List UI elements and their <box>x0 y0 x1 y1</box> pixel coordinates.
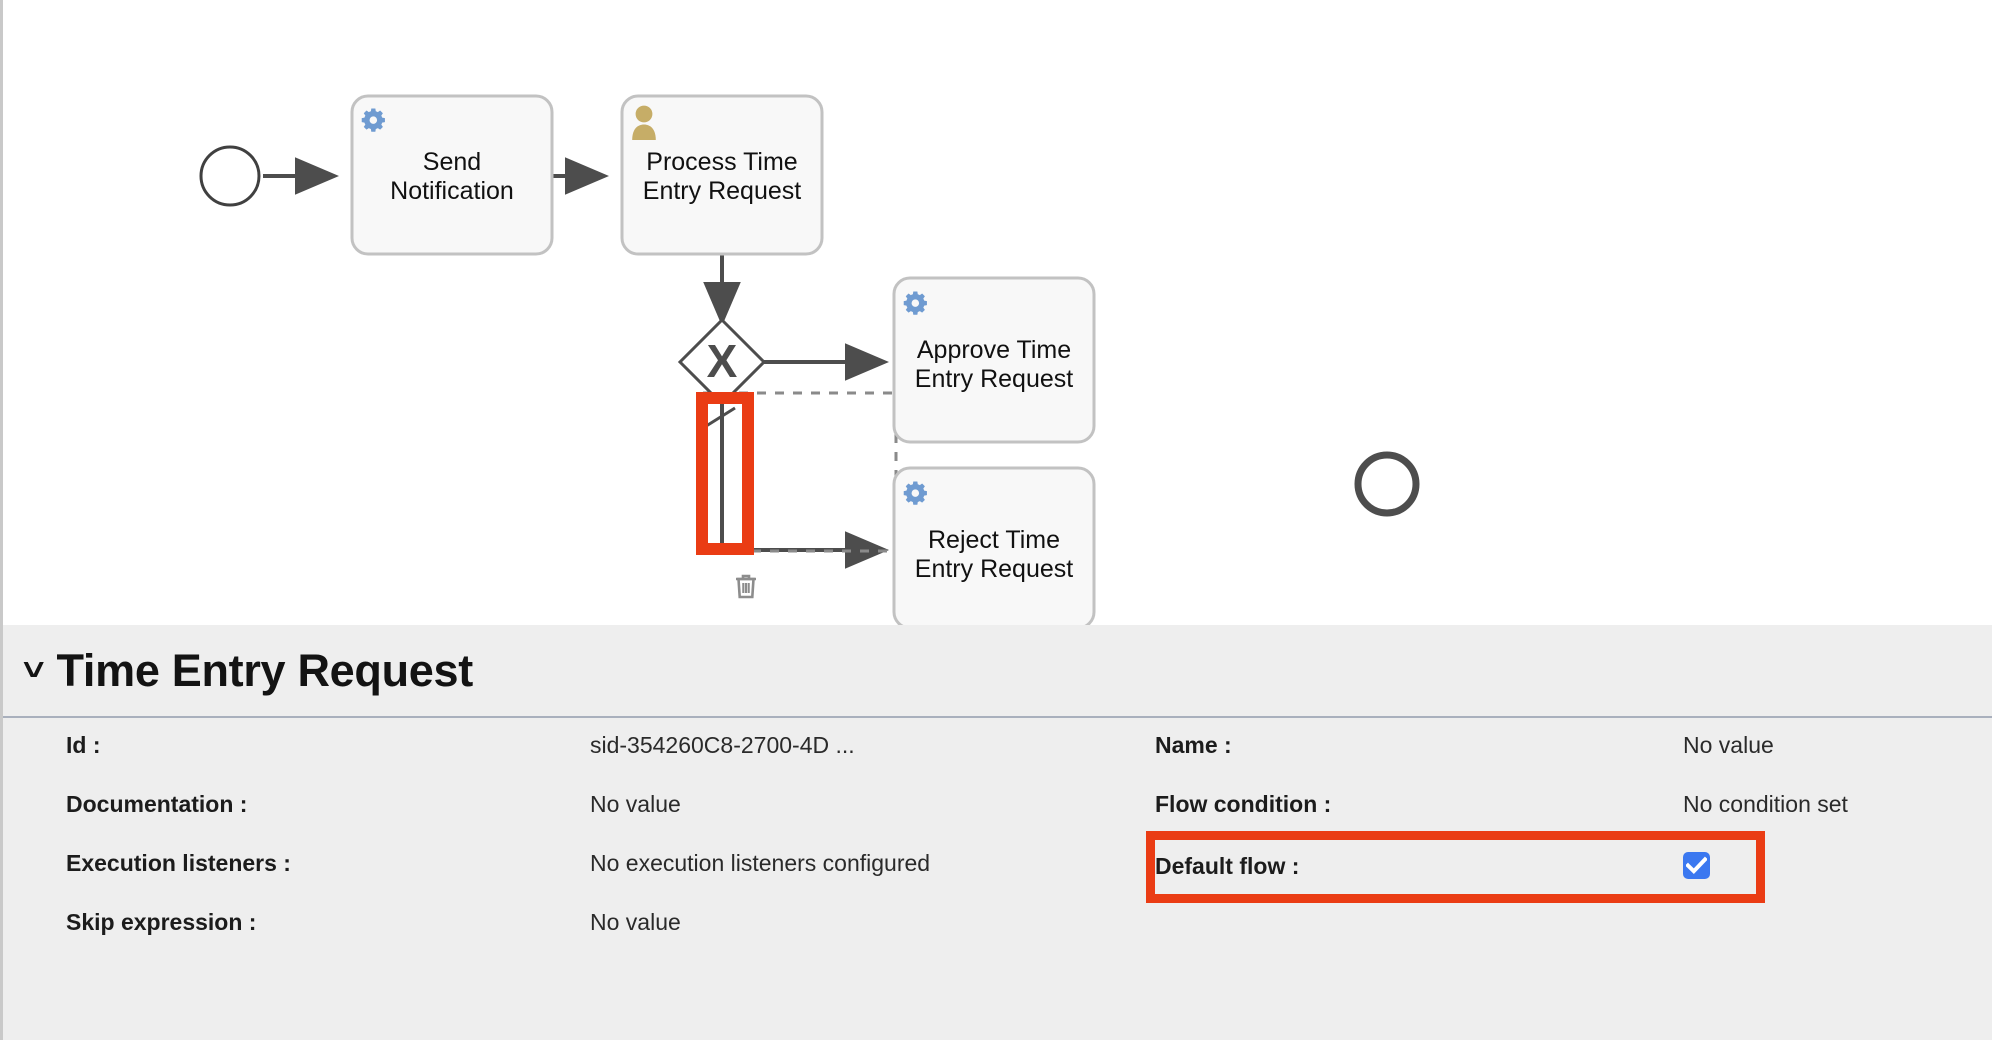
task-reject-time-entry-request: Reject Time Entry Request <box>892 466 1096 625</box>
bpmn-diagram-canvas[interactable]: Send Notification Process Time Entry Req… <box>3 0 1992 625</box>
task-label: Notification <box>390 177 514 205</box>
gateway-marker-x: X <box>707 335 738 387</box>
task-send-notification: Send Notification <box>350 94 554 256</box>
properties-header[interactable]: ˅ Time Entry Request <box>3 625 1992 718</box>
sequence-flow-gateway-to-reject-default <box>702 404 889 569</box>
task-approve-time-entry-request: Approve Time Entry Request <box>892 276 1096 444</box>
properties-body: Id : sid-354260C8-2700-4D ... Documentat… <box>3 718 1992 935</box>
properties-panel: ˅ Time Entry Request Id : sid-354260C8-2… <box>3 625 1992 1040</box>
task-label: Entry Request <box>915 555 1073 583</box>
task-label: Entry Request <box>915 365 1073 393</box>
id-label: Id : <box>66 732 101 758</box>
task-label: Reject Time <box>928 526 1060 554</box>
property-row-default-flow: Default flow : <box>1146 831 1765 903</box>
default-flow-label: Default flow : <box>1155 853 1300 879</box>
id-value[interactable]: sid-354260C8-2700-4D ... <box>590 732 855 759</box>
selection-outline <box>701 391 898 553</box>
task-label: Send <box>423 148 481 176</box>
documentation-label: Documentation : <box>66 791 248 817</box>
property-row-id: Id : sid-354260C8-2700-4D ... <box>66 718 946 777</box>
chevron-down-icon[interactable]: ˅ <box>23 655 45 686</box>
execution-listeners-label: Execution listeners : <box>66 850 291 876</box>
task-process-time-entry-request: Process Time Entry Request <box>620 94 824 256</box>
property-row-skip-expression: Skip expression : No value <box>66 895 946 954</box>
trash-icon <box>736 574 756 599</box>
skip-expression-value[interactable]: No value <box>590 909 681 936</box>
skip-expression-label: Skip expression : <box>66 909 257 935</box>
properties-right-column: Name : No value Flow condition : No cond… <box>1146 718 1985 903</box>
name-label: Name : <box>1155 732 1232 758</box>
default-flow-checkbox[interactable] <box>1683 852 1710 879</box>
properties-left-column: Id : sid-354260C8-2700-4D ... Documentat… <box>66 718 946 954</box>
property-row-name: Name : No value <box>1155 718 1985 777</box>
property-row-execution-listeners: Execution listeners : No execution liste… <box>66 836 946 895</box>
exclusive-gateway: X <box>677 317 767 407</box>
property-row-flow-condition: Flow condition : No condition set <box>1155 777 1985 836</box>
task-label: Entry Request <box>643 177 801 205</box>
documentation-value[interactable]: No value <box>590 791 681 818</box>
flow-condition-value[interactable]: No condition set <box>1683 791 1848 818</box>
task-label: Process Time <box>646 148 797 176</box>
execution-listeners-value[interactable]: No execution listeners configured <box>590 850 930 877</box>
flow-condition-label: Flow condition : <box>1155 791 1332 817</box>
name-value[interactable]: No value <box>1683 732 1774 759</box>
property-row-documentation: Documentation : No value <box>66 777 946 836</box>
end-event <box>1354 451 1420 517</box>
page-title: Time Entry Request <box>56 644 474 696</box>
task-label: Approve Time <box>917 336 1071 364</box>
start-event <box>199 145 261 207</box>
